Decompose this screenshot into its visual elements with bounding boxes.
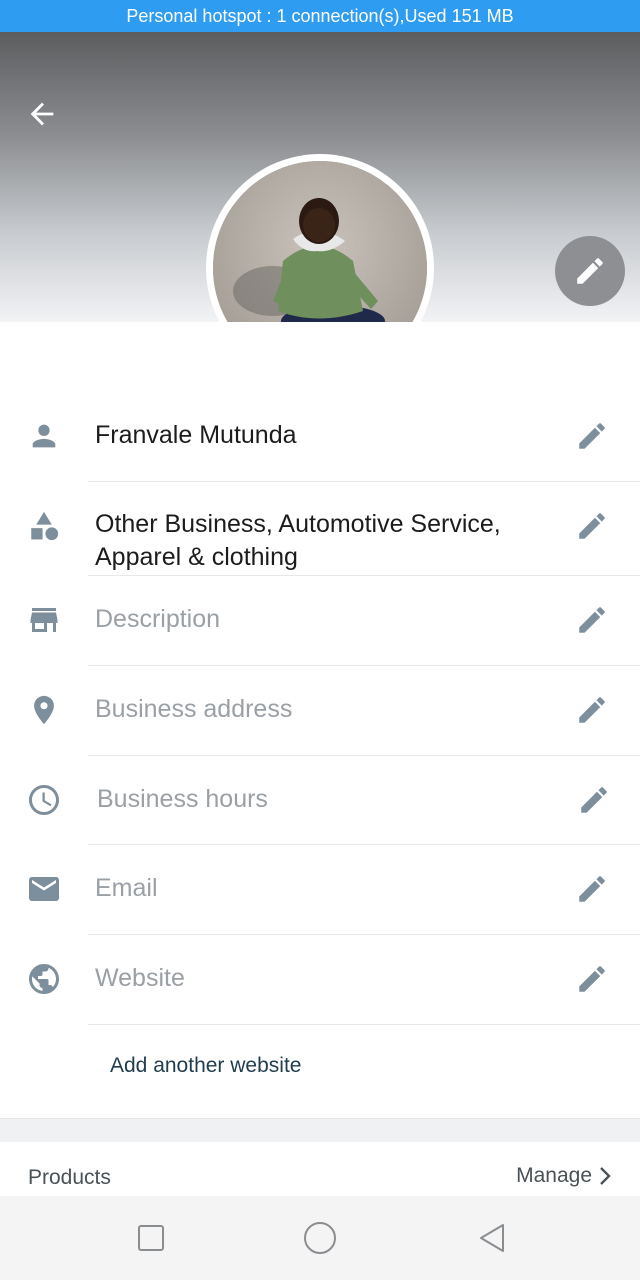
manage-label: Manage xyxy=(516,1164,592,1187)
field-value-address: Business address xyxy=(95,695,293,723)
products-section: Products Manage xyxy=(0,1142,640,1196)
pencil-icon[interactable] xyxy=(572,959,612,999)
arrow-back-icon xyxy=(30,102,54,126)
pencil-icon[interactable] xyxy=(574,780,614,820)
products-label: Products xyxy=(28,1166,111,1189)
pencil-icon[interactable] xyxy=(572,416,612,456)
store-icon xyxy=(24,600,64,640)
pencil-icon[interactable] xyxy=(572,869,612,909)
field-row-description[interactable]: Description xyxy=(0,576,640,665)
field-row-category[interactable]: Other Business, Automotive Service, Appa… xyxy=(0,482,640,575)
field-row-address[interactable]: Business address xyxy=(0,666,640,755)
field-row-website[interactable]: Website xyxy=(0,935,640,1024)
field-value-website: Website xyxy=(95,964,185,992)
back-nav-button[interactable] xyxy=(472,1218,512,1258)
system-nav-bar xyxy=(0,1196,640,1280)
home-button[interactable] xyxy=(300,1218,340,1258)
field-value-description: Description xyxy=(95,605,221,633)
field-value-category: Other Business, Automotive Service, Appa… xyxy=(95,510,501,571)
section-separator xyxy=(0,1118,640,1142)
person-icon xyxy=(24,416,64,456)
globe-icon xyxy=(24,959,64,999)
triangle-back-icon xyxy=(480,1224,504,1252)
add-website-link[interactable]: Add another website xyxy=(110,1054,301,1078)
pencil-icon xyxy=(577,258,603,284)
status-text: Personal hotspot : 1 connection(s),Used … xyxy=(126,5,514,26)
circle-icon xyxy=(304,1222,336,1254)
back-button[interactable] xyxy=(22,94,62,134)
pencil-icon[interactable] xyxy=(572,690,612,730)
field-value-email: Email xyxy=(95,874,158,902)
status-bar: Personal hotspot : 1 connection(s),Used … xyxy=(0,0,640,32)
square-icon xyxy=(138,1225,164,1251)
manage-products-link[interactable]: Manage xyxy=(516,1164,612,1188)
edit-photo-button[interactable] xyxy=(555,236,625,306)
shapes-icon xyxy=(24,506,64,546)
field-row-hours[interactable]: Business hours xyxy=(0,756,640,845)
field-value-hours: Business hours xyxy=(97,785,268,813)
field-value-name: Franvale Mutunda xyxy=(95,421,297,449)
recent-apps-button[interactable] xyxy=(131,1218,171,1258)
pencil-icon[interactable] xyxy=(572,506,612,546)
field-row-email[interactable]: Email xyxy=(0,845,640,934)
clock-icon xyxy=(24,780,64,820)
location-pin-icon xyxy=(24,690,64,730)
envelope-icon xyxy=(24,869,64,909)
chevron-right-icon xyxy=(600,1167,611,1185)
field-row-name[interactable]: Franvale Mutunda xyxy=(0,400,640,480)
pencil-icon[interactable] xyxy=(572,600,612,640)
divider xyxy=(88,1024,640,1025)
